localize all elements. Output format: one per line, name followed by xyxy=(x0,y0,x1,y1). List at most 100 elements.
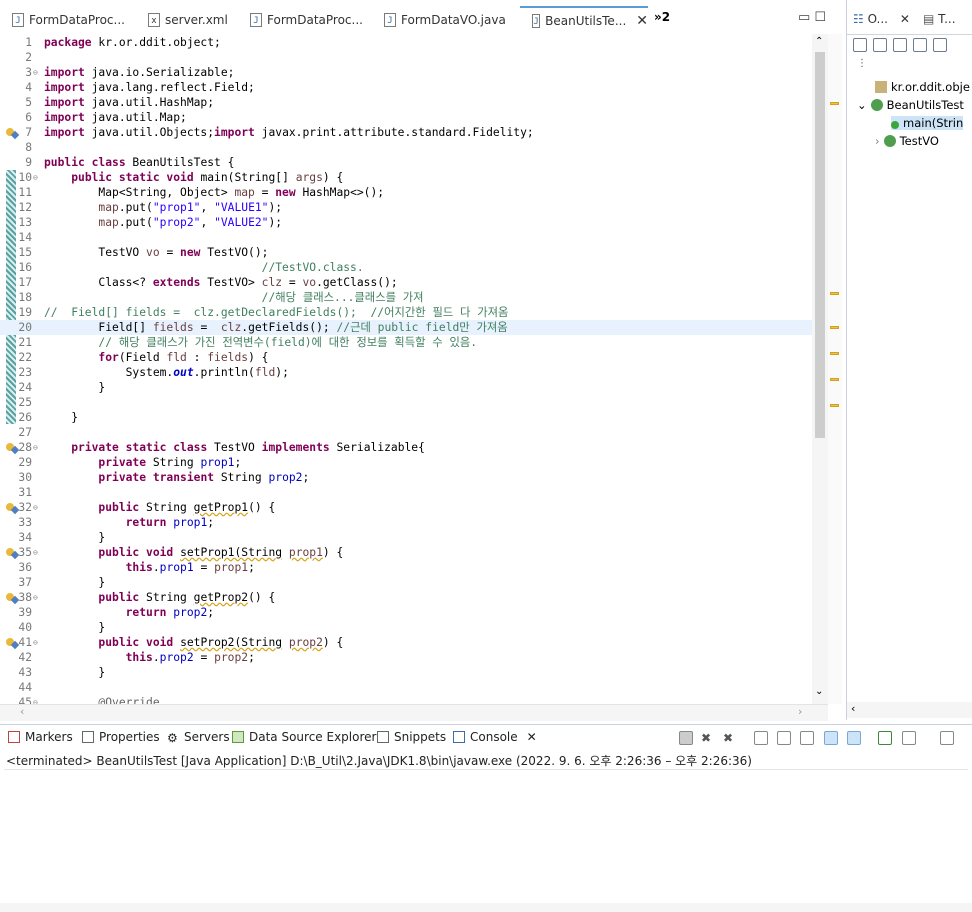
code-line[interactable]: 13 map.put("prop2", "VALUE2"); xyxy=(0,215,812,230)
open-console-icon[interactable] xyxy=(940,731,954,745)
tab-data-source-explorer[interactable]: Data Source Explorer xyxy=(232,730,376,744)
chevron-up-icon[interactable]: ⌃ xyxy=(815,36,823,47)
editor-tab-beanutilstest[interactable]: J BeanUtilsTe... ✕ xyxy=(520,6,648,34)
collapse-all-icon[interactable] xyxy=(853,38,867,52)
clear-console-icon[interactable] xyxy=(754,731,768,745)
code-line[interactable]: 26 } xyxy=(0,410,812,425)
warning-marker[interactable] xyxy=(830,292,839,295)
code-line[interactable]: 7 import java.util.Objects;import javax.p… xyxy=(0,125,812,140)
tab-properties[interactable]: Properties xyxy=(82,730,160,744)
word-wrap-icon[interactable] xyxy=(800,731,814,745)
code-line[interactable]: 8 xyxy=(0,140,812,155)
chevron-right-icon[interactable]: › xyxy=(875,134,880,148)
editor-vertical-scrollbar[interactable]: ⌃ ⌄ xyxy=(812,34,828,704)
code-line[interactable]: 2 xyxy=(0,50,812,65)
minimize-maximize-buttons[interactable]: ▭ ☐ xyxy=(798,10,826,25)
code-line[interactable]: 14 xyxy=(0,230,812,245)
tab-markers[interactable]: Markers xyxy=(8,730,73,744)
warning-marker[interactable] xyxy=(830,352,839,355)
code-line[interactable]: 42 this.prop2 = prop2; xyxy=(0,650,812,665)
code-line[interactable]: 39 return prop2; xyxy=(0,605,812,620)
editor-tab-formdatavo[interactable]: J FormDataVO.java xyxy=(372,6,518,34)
code-line[interactable]: 31 xyxy=(0,485,812,500)
code-line[interactable]: 38 public String getProp2() { xyxy=(0,590,812,605)
warning-marker[interactable] xyxy=(830,102,839,105)
editor-tab-server-xml[interactable]: x server.xml xyxy=(136,6,246,34)
hide-nonpublic-icon[interactable] xyxy=(933,38,947,52)
code-line[interactable]: 6 import java.util.Map; xyxy=(0,110,812,125)
close-icon[interactable]: ✕ xyxy=(636,13,648,29)
show-on-output-icon[interactable] xyxy=(824,731,838,745)
code-line[interactable]: 45 @Override xyxy=(0,695,812,704)
code-line[interactable]: 27 xyxy=(0,425,812,440)
code-line[interactable]: 19// Field[] fields = clz.getDeclaredFie… xyxy=(0,305,812,320)
view-menu-icon[interactable]: ⋮ xyxy=(857,58,867,69)
chevron-down-icon[interactable]: ⌄ xyxy=(857,98,867,112)
editor-horizontal-scrollbar[interactable]: ‹ › xyxy=(0,704,828,721)
code-line[interactable]: 32 public String getProp1() { xyxy=(0,500,812,515)
code-line[interactable]: 9 public class BeanUtilsTest { xyxy=(0,155,812,170)
code-line[interactable]: 34 } xyxy=(0,530,812,545)
code-line[interactable]: 37 } xyxy=(0,575,812,590)
code-line[interactable]: 30 private transient String prop2; xyxy=(0,470,812,485)
scrollbar-thumb[interactable] xyxy=(815,52,825,438)
editor-tab-formdataproc-1[interactable]: J FormDataProc... xyxy=(0,6,140,34)
overview-ruler[interactable] xyxy=(828,34,842,704)
tab-overflow-button[interactable]: »2 xyxy=(654,10,670,24)
chevron-left-icon[interactable]: ‹ xyxy=(851,702,855,715)
code-line[interactable]: 18 //해당 클래스...클래스를 가져 xyxy=(0,290,812,305)
outline-item-package[interactable]: kr.or.ddit.obje xyxy=(875,80,970,94)
code-line[interactable]: 21 // 해당 클래스가 가진 전역변수(field)에 대한 정보를 획득할… xyxy=(0,335,812,350)
close-icon[interactable]: ✕ xyxy=(527,730,537,744)
code-line[interactable]: 15 TestVO vo = new TestVO(); xyxy=(0,245,812,260)
outline-item-main[interactable]: main(Strin xyxy=(891,116,964,130)
tab-servers[interactable]: ⚙ Servers xyxy=(167,730,230,745)
code-line[interactable]: 35 public void setProp1(String prop1) { xyxy=(0,545,812,560)
hide-fields-icon[interactable] xyxy=(893,38,907,52)
scroll-lock-icon[interactable] xyxy=(777,731,791,745)
tab-console[interactable]: Console ✕ xyxy=(453,730,537,744)
code-line[interactable]: 3import java.io.Serializable; xyxy=(0,65,812,80)
code-line[interactable]: 24 } xyxy=(0,380,812,395)
code-line[interactable]: 28 private static class TestVO implement… xyxy=(0,440,812,455)
code-line-current[interactable]: 20 Field[] fields = clz.getFields(); //근… xyxy=(0,320,812,335)
code-line[interactable]: 5 import java.util.HashMap; xyxy=(0,95,812,110)
code-line[interactable]: 40 } xyxy=(0,620,812,635)
hide-static-icon[interactable] xyxy=(913,38,927,52)
terminate-icon[interactable] xyxy=(679,731,693,745)
console-output[interactable] xyxy=(4,769,968,904)
code-editor[interactable]: 1package kr.or.ddit.object; 2 3import ja… xyxy=(0,34,829,704)
chevron-right-icon[interactable]: › xyxy=(798,705,802,718)
warning-marker[interactable] xyxy=(830,326,839,329)
code-line[interactable]: 36 this.prop1 = prop1; xyxy=(0,560,812,575)
close-icon[interactable]: ✕ xyxy=(900,12,910,26)
code-line[interactable]: 22 for(Field fld : fields) { xyxy=(0,350,812,365)
show-on-error-icon[interactable] xyxy=(847,731,861,745)
code-line[interactable]: 29 private String prop1; xyxy=(0,455,812,470)
display-console-icon[interactable] xyxy=(902,731,916,745)
code-line[interactable]: 33 return prop1; xyxy=(0,515,812,530)
code-line[interactable]: 4 import java.lang.reflect.Field; xyxy=(0,80,812,95)
outline-horizontal-scrollbar[interactable]: ‹ xyxy=(847,702,972,718)
code-line[interactable]: 1 package kr.or.ddit.object; xyxy=(0,35,812,50)
code-line[interactable]: 43 } xyxy=(0,665,812,680)
outline-item-class[interactable]: ⌄ BeanUtilsTest xyxy=(857,98,964,112)
code-line[interactable]: 44 xyxy=(0,680,812,695)
code-line[interactable]: 12 map.put("prop1", "VALUE1"); xyxy=(0,200,812,215)
chevron-left-icon[interactable]: ‹ xyxy=(20,705,24,718)
code-line[interactable]: 41 public void setProp2(String prop2) { xyxy=(0,635,812,650)
tab-snippets[interactable]: Snippets xyxy=(377,730,446,744)
outline-item-testvo[interactable]: › TestVO xyxy=(875,134,939,148)
code-line[interactable]: 17 Class<? extends TestVO> clz = vo.getC… xyxy=(0,275,812,290)
pin-console-icon[interactable] xyxy=(878,731,892,745)
warning-marker[interactable] xyxy=(830,404,839,407)
code-line[interactable]: 23 System.out.println(fld); xyxy=(0,365,812,380)
remove-all-icon[interactable]: ✖ xyxy=(723,731,737,745)
tab-outline[interactable]: ☷ O... ✕ xyxy=(853,12,910,26)
code-line[interactable]: 16 //TestVO.class. xyxy=(0,260,812,275)
code-line[interactable]: 11 Map<String, Object> map = new HashMap… xyxy=(0,185,812,200)
code-line[interactable]: 10 public static void main(String[] args… xyxy=(0,170,812,185)
remove-launch-icon[interactable]: ✖ xyxy=(701,731,715,745)
code-line[interactable]: 25 xyxy=(0,395,812,410)
sort-icon[interactable] xyxy=(873,38,887,52)
